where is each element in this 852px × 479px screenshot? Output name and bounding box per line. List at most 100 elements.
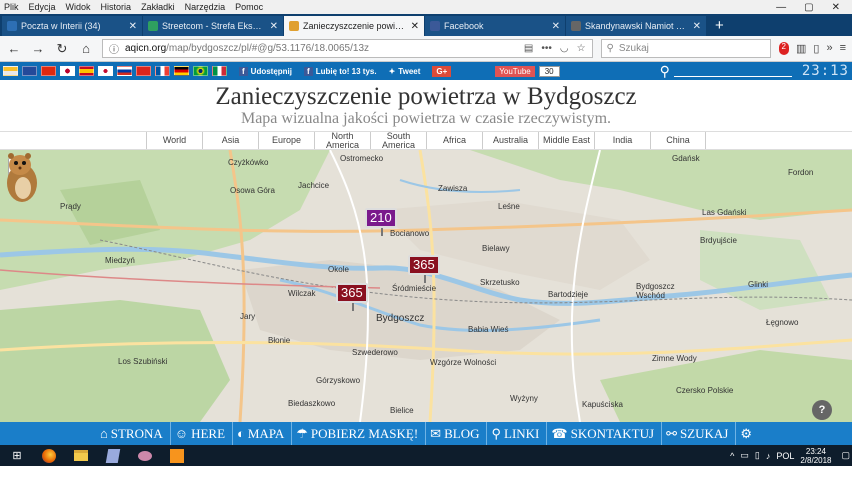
tab-streetcom[interactable]: Streetcom - Strefa Eksperta ✕ <box>143 16 283 36</box>
nav-pobierz-maske[interactable]: ☂ POBIERZ MASKĘ! <box>291 422 422 445</box>
flag-de-icon[interactable] <box>174 66 189 76</box>
region-south-america[interactable]: South America <box>370 131 426 149</box>
home-icon[interactable]: ⌂ <box>78 41 94 56</box>
hamster-mascot-icon[interactable] <box>0 150 40 205</box>
paint-app-icon[interactable] <box>162 445 192 466</box>
tweet-button[interactable]: ✦ Tweet <box>389 67 421 76</box>
flag-br-icon[interactable] <box>193 66 208 76</box>
page-actions-icon[interactable]: ••• <box>541 43 552 54</box>
tab-interia[interactable]: Poczta w Interii (34) ✕ <box>2 16 142 36</box>
library-icon[interactable]: ▥ <box>796 42 806 55</box>
site-search-icon[interactable]: ⚲ <box>660 63 670 80</box>
flag-it-icon[interactable] <box>212 66 227 76</box>
nav-settings[interactable]: ⚙ <box>735 422 756 445</box>
close-tab-icon[interactable]: ✕ <box>411 21 419 32</box>
map-label: Osowa Góra <box>230 186 275 195</box>
aqi-marker[interactable]: 365 <box>408 255 440 283</box>
aqi-marker[interactable]: 210 <box>365 208 397 236</box>
aqi-marker[interactable]: 365 <box>336 283 368 311</box>
info-icon[interactable]: ⓘ <box>109 41 119 56</box>
media-app-icon[interactable] <box>130 445 160 466</box>
region-australia[interactable]: Australia <box>482 132 538 149</box>
youtube-button[interactable]: YouTube <box>495 65 535 77</box>
flag-jp-icon[interactable] <box>60 66 75 76</box>
facebook-share-button[interactable]: f Udostępnij <box>239 66 292 76</box>
reader-view-icon[interactable]: ▤ <box>524 43 533 54</box>
map-label: Zawisza <box>438 184 468 193</box>
air-quality-map[interactable]: + − Czyżkówko Jachcice Prądy Osowa Góra … <box>0 150 852 422</box>
flag-icon[interactable] <box>3 66 18 76</box>
reload-icon[interactable]: ↻ <box>54 41 70 57</box>
flag-cn-icon[interactable] <box>41 66 56 76</box>
tray-arrow-icon[interactable]: ^ <box>730 451 734 461</box>
region-africa[interactable]: Africa <box>426 132 482 149</box>
notifications-icon[interactable]: ▢ <box>841 450 850 461</box>
region-europe[interactable]: Europe <box>258 132 314 149</box>
region-china[interactable]: China <box>650 132 706 149</box>
pocket-icon[interactable]: ◡ <box>560 43 569 54</box>
region-asia[interactable]: Asia <box>202 132 258 149</box>
flag-kr-icon[interactable] <box>98 66 113 76</box>
tab-tipi[interactable]: Skandynawski Namiot Tipi - A ✕ <box>566 16 706 36</box>
network-icon[interactable]: ▭ <box>740 450 749 461</box>
flag-vn-icon[interactable] <box>136 66 151 76</box>
close-tab-icon[interactable]: ✕ <box>270 21 278 32</box>
tab-title: Facebook <box>444 21 484 31</box>
start-icon[interactable]: ⊞ <box>2 445 32 466</box>
nav-skontaktuj[interactable]: ☎ SKONTAKTUJ <box>546 422 658 445</box>
search-field[interactable]: ⚲ Szukaj <box>600 39 771 58</box>
nav-szukaj[interactable]: ⚯ SZUKAJ <box>661 422 732 445</box>
language-indicator[interactable]: POL <box>776 451 794 461</box>
system-clock[interactable]: 23:24 2/8/2018 <box>800 447 835 465</box>
menu-item-bookmarks[interactable]: Zakładki <box>141 2 175 12</box>
mask-icon: ☂ <box>296 425 308 441</box>
nav-here[interactable]: ☺ HERE <box>169 422 229 445</box>
hamburger-menu-icon[interactable]: ≡ <box>840 42 846 55</box>
tab-title: Streetcom - Strefa Eksperta <box>162 21 266 31</box>
close-tab-icon[interactable]: ✕ <box>129 21 137 32</box>
menu-item-history[interactable]: Historia <box>101 2 132 12</box>
battery-icon[interactable]: ▯ <box>755 450 760 461</box>
new-tab-button[interactable]: + <box>707 17 732 36</box>
overflow-menu-icon[interactable]: » <box>826 42 832 55</box>
facebook-like-button[interactable]: f Lubię to! 13 tys. <box>304 66 377 76</box>
minimize-button[interactable]: — <box>776 2 786 13</box>
menu-item-help[interactable]: Pomoc <box>235 2 263 12</box>
menu-item-tools[interactable]: Narzędzia <box>185 2 226 12</box>
google-plus-button[interactable]: G+ <box>432 65 452 77</box>
close-window-button[interactable]: ✕ <box>832 2 840 13</box>
region-north-america[interactable]: North America <box>314 131 370 149</box>
forward-icon[interactable]: → <box>30 41 46 56</box>
map-label: Brdyujście <box>700 236 737 245</box>
file-explorer-icon[interactable] <box>66 445 96 466</box>
tab-aqicn[interactable]: Zanieczyszczenie powietrza w B ✕ <box>284 16 424 36</box>
close-tab-icon[interactable]: ✕ <box>693 21 701 32</box>
nav-strona[interactable]: ⌂ STRONA <box>96 422 167 445</box>
bookmark-star-icon[interactable]: ☆ <box>577 43 586 54</box>
firefox-icon[interactable] <box>34 445 64 466</box>
menu-item-view[interactable]: Widok <box>66 2 91 12</box>
site-search-input[interactable] <box>673 66 792 77</box>
tab-facebook[interactable]: Facebook ✕ <box>425 16 565 36</box>
maximize-button[interactable]: ▢ <box>804 2 813 13</box>
region-india[interactable]: India <box>594 132 650 149</box>
flag-fr-icon[interactable] <box>155 66 170 76</box>
flag-ru-icon[interactable] <box>117 66 132 76</box>
region-world[interactable]: World <box>146 132 202 149</box>
nav-blog[interactable]: ✉ BLOG <box>425 422 483 445</box>
flag-es-icon[interactable] <box>79 66 94 76</box>
sidebar-icon[interactable]: ▯ <box>813 42 819 55</box>
close-tab-icon[interactable]: ✕ <box>552 21 560 32</box>
nav-linki[interactable]: ⚲ LINKI <box>486 422 543 445</box>
address-bar[interactable]: ⓘ aqicn.org/map/bydgoszcz/pl/#@g/53.1176… <box>102 39 593 58</box>
flag-uk-icon[interactable] <box>22 66 37 76</box>
nav-mapa[interactable]: ◐ MAPA <box>232 422 288 445</box>
app-icon[interactable] <box>98 445 128 466</box>
region-middle-east[interactable]: Middle East <box>538 132 594 149</box>
menu-item-file[interactable]: Plik <box>4 2 19 12</box>
volume-icon[interactable]: ♪ <box>766 451 771 461</box>
extension-badge[interactable]: 2 <box>778 42 789 55</box>
back-icon[interactable]: ← <box>6 41 22 56</box>
help-icon[interactable]: ? <box>812 400 832 420</box>
menu-item-edit[interactable]: Edycja <box>29 2 56 12</box>
